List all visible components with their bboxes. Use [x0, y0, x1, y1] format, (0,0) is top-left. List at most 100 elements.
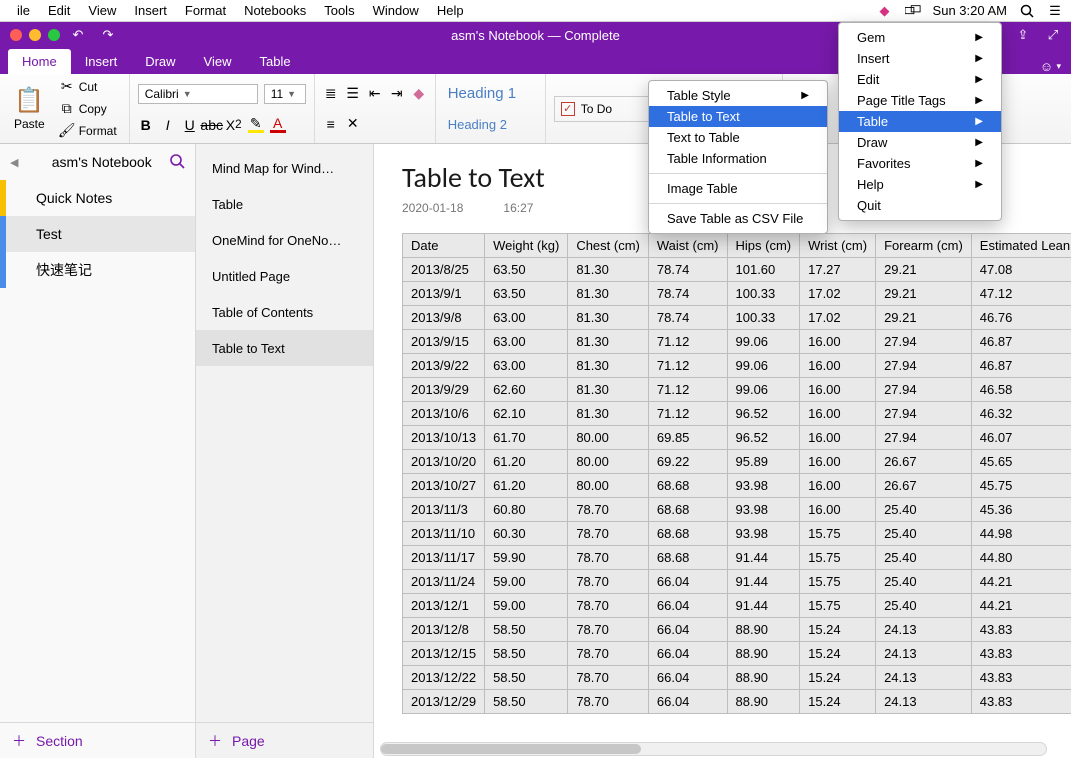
displays-icon[interactable] — [905, 3, 921, 19]
table-row[interactable]: 2013/10/2061.2080.0069.2295.8916.0026.67… — [403, 450, 1071, 474]
gem-icon[interactable]: ◆ — [877, 3, 893, 19]
table-cell[interactable]: 66.04 — [648, 594, 727, 618]
table-cell[interactable]: 44.21 — [971, 570, 1071, 594]
table-cell[interactable]: 46.32 — [971, 402, 1071, 426]
menu-list-icon[interactable]: ☰ — [1047, 3, 1063, 19]
table-cell[interactable]: 81.30 — [568, 258, 649, 282]
table-cell[interactable]: 78.70 — [568, 642, 649, 666]
scrollbar-thumb[interactable] — [381, 744, 641, 754]
table-cell[interactable]: 2013/12/8 — [403, 618, 485, 642]
mac-menu-item[interactable]: Help — [428, 3, 473, 18]
bold-button[interactable]: B — [138, 117, 154, 133]
table-cell[interactable]: 88.90 — [727, 666, 800, 690]
table-cell[interactable]: 62.10 — [485, 402, 568, 426]
font-size-combo[interactable]: 11▼ — [264, 84, 306, 104]
table-cell[interactable]: 16.00 — [800, 450, 876, 474]
table-cell[interactable]: 25.40 — [876, 546, 972, 570]
table-row[interactable]: 2013/11/1759.9078.7068.6891.4415.7525.40… — [403, 546, 1071, 570]
menu-item[interactable]: Table▶ — [839, 111, 1001, 132]
tab-draw[interactable]: Draw — [131, 49, 189, 74]
menu-item[interactable]: Text to Table — [649, 127, 827, 148]
table-cell[interactable]: 17.02 — [800, 282, 876, 306]
table-cell[interactable]: 78.70 — [568, 666, 649, 690]
table-cell[interactable]: 16.00 — [800, 330, 876, 354]
table-cell[interactable]: 99.06 — [727, 354, 800, 378]
table-cell[interactable]: 68.68 — [648, 546, 727, 570]
table-cell[interactable]: 15.24 — [800, 618, 876, 642]
mac-menu-item[interactable]: Insert — [125, 3, 176, 18]
menu-item[interactable]: Quit — [839, 195, 1001, 216]
table-cell[interactable]: 59.00 — [485, 570, 568, 594]
table-cell[interactable]: 61.20 — [485, 474, 568, 498]
page-item[interactable]: Table to Text — [196, 330, 373, 366]
table-cell[interactable]: 16.00 — [800, 378, 876, 402]
table-cell[interactable]: 66.04 — [648, 690, 727, 714]
table-cell[interactable]: 24.13 — [876, 666, 972, 690]
table-cell[interactable]: 91.44 — [727, 546, 800, 570]
table-cell[interactable]: 96.52 — [727, 402, 800, 426]
table-cell[interactable]: 63.00 — [485, 330, 568, 354]
table-cell[interactable]: 2013/10/6 — [403, 402, 485, 426]
indent-button[interactable]: ⇥ — [389, 85, 405, 101]
table-cell[interactable]: 43.83 — [971, 642, 1071, 666]
mac-menu-item[interactable]: View — [79, 3, 125, 18]
table-row[interactable]: 2013/8/2563.5081.3078.74101.6017.2729.21… — [403, 258, 1071, 282]
table-cell[interactable]: 26.67 — [876, 450, 972, 474]
font-color-button[interactable]: A — [270, 117, 286, 133]
table-cell[interactable]: 16.00 — [800, 354, 876, 378]
table-cell[interactable]: 93.98 — [727, 474, 800, 498]
table-cell[interactable]: 2013/12/29 — [403, 690, 485, 714]
table-cell[interactable]: 15.75 — [800, 594, 876, 618]
table-row[interactable]: 2013/10/2761.2080.0068.6893.9816.0026.67… — [403, 474, 1071, 498]
menu-item[interactable]: Page Title Tags▶ — [839, 90, 1001, 111]
table-cell[interactable]: 45.75 — [971, 474, 1071, 498]
table-row[interactable]: 2013/11/360.8078.7068.6893.9816.0025.404… — [403, 498, 1071, 522]
table-cell[interactable]: 29.21 — [876, 306, 972, 330]
horizontal-scrollbar[interactable] — [380, 742, 1047, 756]
clear-format-button[interactable]: ◆ — [411, 85, 427, 101]
table-cell[interactable]: 71.12 — [648, 354, 727, 378]
table-cell[interactable]: 69.85 — [648, 426, 727, 450]
menu-item[interactable]: Insert▶ — [839, 48, 1001, 69]
table-cell[interactable]: 63.50 — [485, 258, 568, 282]
notebook-header[interactable]: ◀ asm's Notebook — [0, 144, 195, 180]
table-cell[interactable]: 59.90 — [485, 546, 568, 570]
table-cell[interactable]: 88.90 — [727, 690, 800, 714]
mac-menu-item[interactable]: Tools — [315, 3, 363, 18]
table-cell[interactable]: 17.27 — [800, 258, 876, 282]
menu-item[interactable]: Edit▶ — [839, 69, 1001, 90]
table-row[interactable]: 2013/10/662.1081.3071.1296.5216.0027.944… — [403, 402, 1071, 426]
table-row[interactable]: 2013/12/858.5078.7066.0488.9015.2424.134… — [403, 618, 1071, 642]
undo-icon[interactable]: ↶ — [70, 27, 86, 43]
page-content[interactable]: Table to Text 2020-01-18 16:27 DateWeigh… — [374, 144, 1071, 758]
table-cell[interactable]: 25.40 — [876, 498, 972, 522]
table-cell[interactable]: 81.30 — [568, 378, 649, 402]
align-button[interactable]: ≡ — [323, 116, 339, 132]
mac-menu-item[interactable]: ile — [8, 3, 39, 18]
table-cell[interactable]: 2013/10/27 — [403, 474, 485, 498]
outdent-button[interactable]: ⇤ — [367, 85, 383, 101]
table-cell[interactable]: 100.33 — [727, 306, 800, 330]
tab-table[interactable]: Table — [246, 49, 305, 74]
menu-item[interactable]: Image Table — [649, 178, 827, 199]
menu-item[interactable]: Save Table as CSV File — [649, 208, 827, 229]
table-row[interactable]: 2013/12/2258.5078.7066.0488.9015.2424.13… — [403, 666, 1071, 690]
table-cell[interactable]: 58.50 — [485, 618, 568, 642]
table-cell[interactable]: 71.12 — [648, 402, 727, 426]
add-section-button[interactable]: ＋ Section — [0, 722, 195, 758]
table-cell[interactable]: 59.00 — [485, 594, 568, 618]
delete-button[interactable]: ✕ — [345, 116, 361, 132]
table-cell[interactable]: 95.89 — [727, 450, 800, 474]
subscript-button[interactable]: X2 — [226, 117, 242, 133]
table-cell[interactable]: 2013/11/3 — [403, 498, 485, 522]
table-cell[interactable]: 25.40 — [876, 594, 972, 618]
table-cell[interactable]: 91.44 — [727, 594, 800, 618]
table-cell[interactable]: 2013/12/15 — [403, 642, 485, 666]
table-cell[interactable]: 66.04 — [648, 666, 727, 690]
table-cell[interactable]: 27.94 — [876, 402, 972, 426]
table-cell[interactable]: 100.33 — [727, 282, 800, 306]
table-cell[interactable]: 2013/8/25 — [403, 258, 485, 282]
heading1-style[interactable]: Heading 1 — [444, 83, 537, 104]
table-row[interactable]: 2013/11/2459.0078.7066.0491.4415.7525.40… — [403, 570, 1071, 594]
menu-item[interactable]: Draw▶ — [839, 132, 1001, 153]
